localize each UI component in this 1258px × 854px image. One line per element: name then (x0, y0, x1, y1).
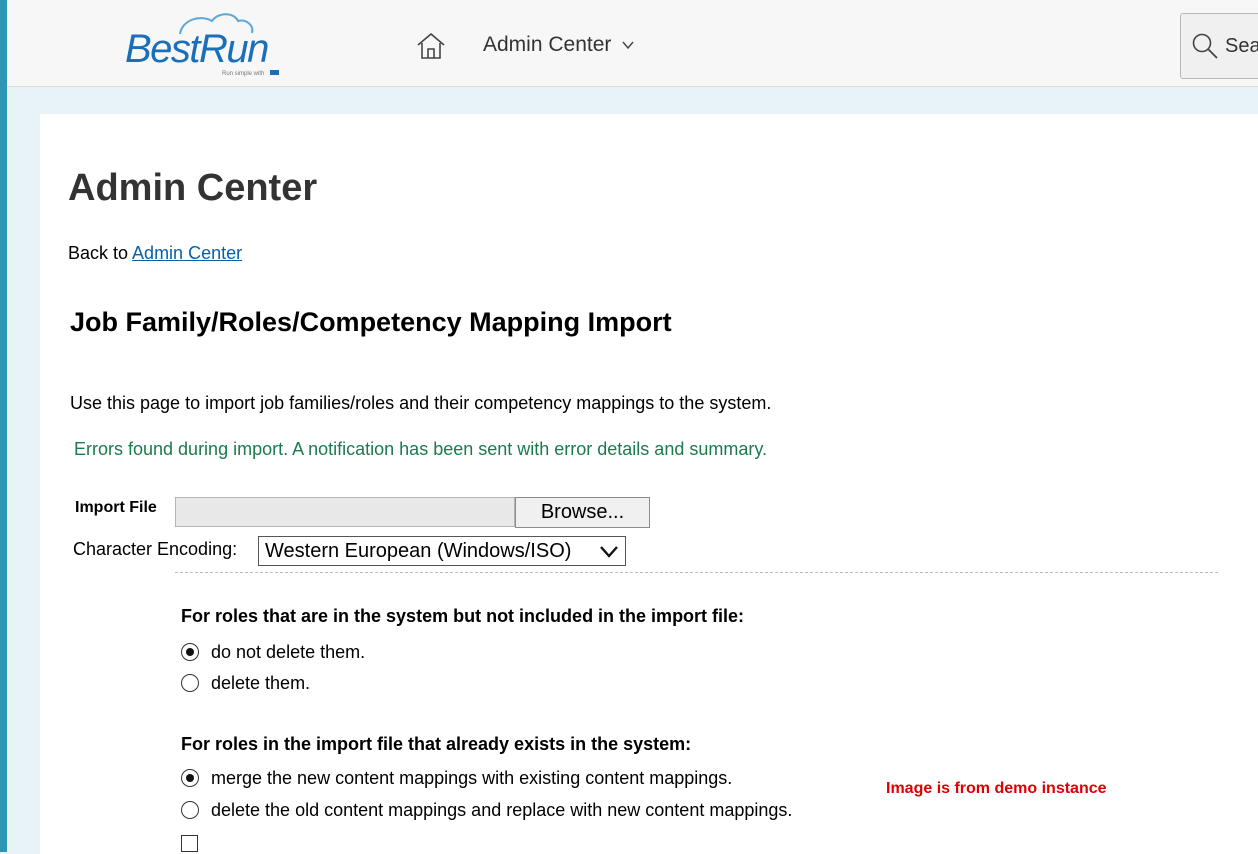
import-file-field[interactable] (175, 497, 515, 527)
option-delete[interactable]: delete them. (181, 671, 310, 695)
intro-text: Use this page to import job families/rol… (70, 393, 772, 413)
back-line: Back to Admin Center (68, 243, 242, 264)
back-prefix: Back to (68, 243, 129, 263)
encoding-selected-value: Western European (Windows/ISO) (265, 540, 572, 562)
main-content: Admin Center Back to Admin Center Job Fa… (40, 114, 1258, 854)
radio-merge-mappings[interactable] (181, 769, 199, 787)
chevron-down-icon (622, 42, 634, 50)
logo-text: BestRun (125, 27, 268, 71)
option-checkbox-partial[interactable] (181, 831, 210, 854)
logo-tagline: Run simple with (222, 71, 264, 77)
chevron-down-icon (600, 546, 618, 558)
bestrun-logo[interactable]: BestRun Run simple with (122, 12, 297, 80)
import-file-label: Import File (75, 499, 157, 516)
character-encoding-label: Character Encoding: (73, 539, 238, 559)
delete-roles-question: For roles that are in the system but not… (181, 606, 745, 626)
radio-delete[interactable] (181, 674, 199, 692)
radio-replace-mappings[interactable] (181, 801, 199, 819)
character-encoding-select[interactable]: Western European (Windows/ISO) (258, 536, 626, 566)
option-merge-mappings[interactable]: merge the new content mappings with exis… (181, 766, 732, 790)
option-label: merge the new content mappings with exis… (211, 767, 733, 788)
demo-instance-note: Image is from demo instance (886, 780, 1107, 797)
search-input[interactable]: Sear (1180, 13, 1258, 79)
option-label: delete them. (211, 672, 311, 693)
admin-center-menu[interactable]: Admin Center (483, 33, 635, 57)
option-label: do not delete them. (211, 641, 366, 662)
radio-do-not-delete[interactable] (181, 643, 199, 661)
option-replace-mappings[interactable]: delete the old content mappings and repl… (181, 798, 792, 822)
admin-center-menu-label: Admin Center (483, 33, 612, 56)
left-accent-stripe (0, 0, 7, 852)
top-header: BestRun Run simple with Admin Center Sea… (7, 0, 1258, 87)
home-icon[interactable] (415, 30, 447, 62)
import-status-message: Errors found during import. A notificati… (74, 439, 768, 459)
option-checkbox[interactable] (181, 834, 198, 852)
admin-center-link[interactable]: Admin Center (132, 243, 242, 263)
search-icon (1192, 33, 1218, 59)
search-placeholder: Sear (1225, 34, 1258, 57)
option-label: delete the old content mappings and repl… (211, 799, 793, 820)
section-title: Job Family/Roles/Competency Mapping Impo… (70, 307, 672, 337)
existing-roles-question: For roles in the import file that alread… (181, 734, 692, 754)
browse-button[interactable]: Browse... (515, 497, 650, 528)
option-do-not-delete[interactable]: do not delete them. (181, 640, 365, 664)
section-divider (175, 572, 1218, 573)
page-title: Admin Center (68, 167, 318, 209)
